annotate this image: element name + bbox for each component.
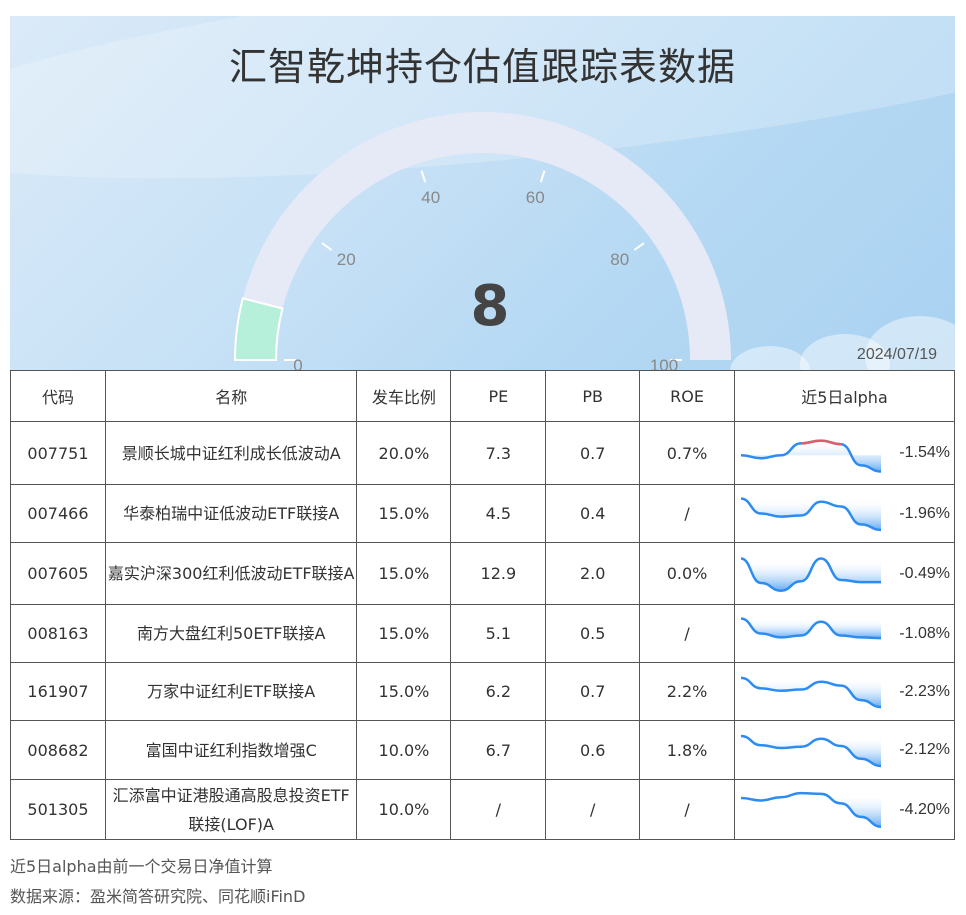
fund-code-cell: 161907 <box>10 662 106 721</box>
gauge-tick <box>539 170 546 183</box>
column-header-ratio: 发车比例 <box>356 370 452 422</box>
pb-cell: 0.7 <box>545 421 641 485</box>
alpha-value: -0.49% <box>899 564 950 582</box>
pb-cell: / <box>545 779 641 840</box>
report-date: 2024/07/19 <box>856 346 937 363</box>
alpha-cell: -2.23% <box>733 662 956 721</box>
fund-name-cell: 华泰柏瑞中证低波动ETF联接A <box>104 484 358 543</box>
gauge-panel: 汇智乾坤持仓估值跟踪表数据 0 20 40 60 80 100 8 2024/07/19 <box>10 16 955 370</box>
pe-cell: 4.5 <box>450 484 547 543</box>
gauge-tick-label: 60 <box>525 188 545 208</box>
fund-name-cell: 南方大盘红利50ETF联接A <box>104 604 358 663</box>
gauge-tick-label: 80 <box>610 249 630 269</box>
table-row: 007466 华泰柏瑞中证低波动ETF联接A 15.0% 4.5 0.4/ -1.96% <box>10 484 956 543</box>
alpha-value: -1.54% <box>899 444 950 461</box>
alpha-value: -2.12% <box>899 741 950 758</box>
alpha-sparkline <box>740 791 882 828</box>
pb-cell: 0.7 <box>545 662 641 721</box>
footnote-calc: 近5日alpha由前一个交易日净值计算 <box>10 857 273 876</box>
ratio-cell: 10.0% <box>356 720 452 780</box>
ratio-cell: 15.0% <box>356 484 452 543</box>
fund-name-cell: 嘉实沪深300红利低波动ETF联接A <box>104 542 358 605</box>
roe-cell: 1.8% <box>639 720 735 780</box>
column-header-alpha: 近5日alpha <box>733 370 956 422</box>
gauge-tick-label: 0 <box>293 356 303 370</box>
footnotes: 近5日alpha由前一个交易日净值计算 数据来源：盈米简答研究院、同花顺iFin… <box>10 852 305 912</box>
column-header-pb: PB <box>545 370 641 422</box>
fund-code-cell: 008163 <box>10 604 106 663</box>
column-header-roe: ROE <box>639 370 735 422</box>
gauge-tick-label: 100 <box>649 356 679 370</box>
alpha-cell: -2.12% <box>733 720 956 780</box>
alpha-value: -4.20% <box>899 800 950 818</box>
fund-name-cell: 富国中证红利指数增强C <box>104 720 358 780</box>
table-row: 008163 南方大盘红利50ETF联接A 15.0% 5.1 0.5/ -1.08% <box>10 604 956 663</box>
table-row: 008682 富国中证红利指数增强C 10.0% 6.7 0.6 1.8% -2.12% <box>10 720 956 780</box>
gauge-tick-label: 40 <box>421 188 441 208</box>
alpha-sparkline <box>740 557 881 592</box>
table-row: 007751 景顺长城中证红利成长低波动A 20.0% 7.3 0.7 0.7% -1.54… <box>10 421 956 485</box>
ratio-cell: 10.0% <box>356 779 452 840</box>
roe-cell: / <box>639 484 735 543</box>
gauge-fill <box>233 297 284 361</box>
roe-cell: / <box>639 779 735 840</box>
fund-code-cell: 007466 <box>10 484 106 543</box>
alpha-sparkline <box>740 439 882 473</box>
table-row: 007605 嘉实沪深300红利低波动ETF联接A 15.0% 12.9 2.0 0.0%… <box>10 542 956 605</box>
sparkline-area <box>740 736 881 766</box>
roe-cell: 0.0% <box>639 542 735 605</box>
gauge-tick <box>420 170 427 183</box>
alpha-value: -2.23% <box>899 682 950 700</box>
gauge-value: 8 <box>470 274 510 339</box>
pb-cell: 0.6 <box>545 720 641 780</box>
column-header-code: 代码 <box>10 370 106 422</box>
fund-name-cell: 汇添富中证港股通高股息投资ETF联接(LOF)A <box>104 779 358 840</box>
alpha-sparkline <box>740 617 881 640</box>
table-header-row: 代码 名称 发车比例 PE PB ROE 近5日alpha <box>10 370 956 422</box>
pe-cell: 6.7 <box>450 720 547 780</box>
sparkline-area <box>740 793 881 827</box>
alpha-value: -1.08% <box>899 624 950 642</box>
gauge-tick-label: 20 <box>336 249 356 269</box>
sparkline-area <box>740 558 881 591</box>
pe-cell: 12.9 <box>450 542 547 605</box>
sparkline-area <box>740 677 881 708</box>
alpha-cell: -0.49% <box>733 542 956 605</box>
column-header-name: 名称 <box>104 370 358 422</box>
alpha-sparkline <box>740 734 882 768</box>
roe-cell: / <box>639 604 735 663</box>
holdings-table: 代码 名称 发车比例 PE PB ROE 近5日alpha 007751 景顺长城… <box>10 370 956 840</box>
fund-code-cell: 007605 <box>10 542 106 605</box>
fund-name-cell: 景顺长城中证红利成长低波动A <box>104 421 358 485</box>
alpha-cell: -1.54% <box>733 421 956 485</box>
roe-cell: 2.2% <box>639 662 735 721</box>
alpha-value: -1.96% <box>899 504 950 522</box>
alpha-cell: -4.20% <box>733 779 956 840</box>
table-row: 501305 汇添富中证港股通高股息投资ETF联接(LOF)A 10.0% / / / -4… <box>10 779 956 840</box>
roe-cell: 0.7% <box>639 421 735 485</box>
sparkline-area <box>740 440 881 472</box>
alpha-cell: -1.96% <box>733 484 956 543</box>
alpha-sparkline <box>740 497 882 532</box>
alpha-cell: -1.08% <box>733 604 956 663</box>
pb-cell: 0.5 <box>545 604 641 663</box>
pe-cell: 7.3 <box>450 421 547 485</box>
fund-code-cell: 008682 <box>10 720 106 780</box>
table-row: 161907 万家中证红利ETF联接A 15.0% 6.2 0.7 2.2% -2.23% <box>10 662 956 721</box>
ratio-cell: 20.0% <box>356 421 452 485</box>
pe-cell: 5.1 <box>450 604 547 663</box>
pb-cell: 0.4 <box>545 484 641 543</box>
footnote-source: 数据来源：盈米简答研究院、同花顺iFinD <box>10 887 306 906</box>
pe-cell: / <box>450 779 547 840</box>
ratio-cell: 15.0% <box>356 662 452 721</box>
fund-code-cell: 007751 <box>10 421 106 485</box>
fund-code-cell: 501305 <box>10 779 106 840</box>
pe-cell: 6.2 <box>450 662 547 721</box>
ratio-cell: 15.0% <box>356 604 452 663</box>
fund-name-cell: 万家中证红利ETF联接A <box>104 662 358 721</box>
pb-cell: 2.0 <box>545 542 641 605</box>
column-header-pe: PE <box>450 370 547 422</box>
alpha-sparkline <box>740 676 882 709</box>
ratio-cell: 15.0% <box>356 542 452 605</box>
